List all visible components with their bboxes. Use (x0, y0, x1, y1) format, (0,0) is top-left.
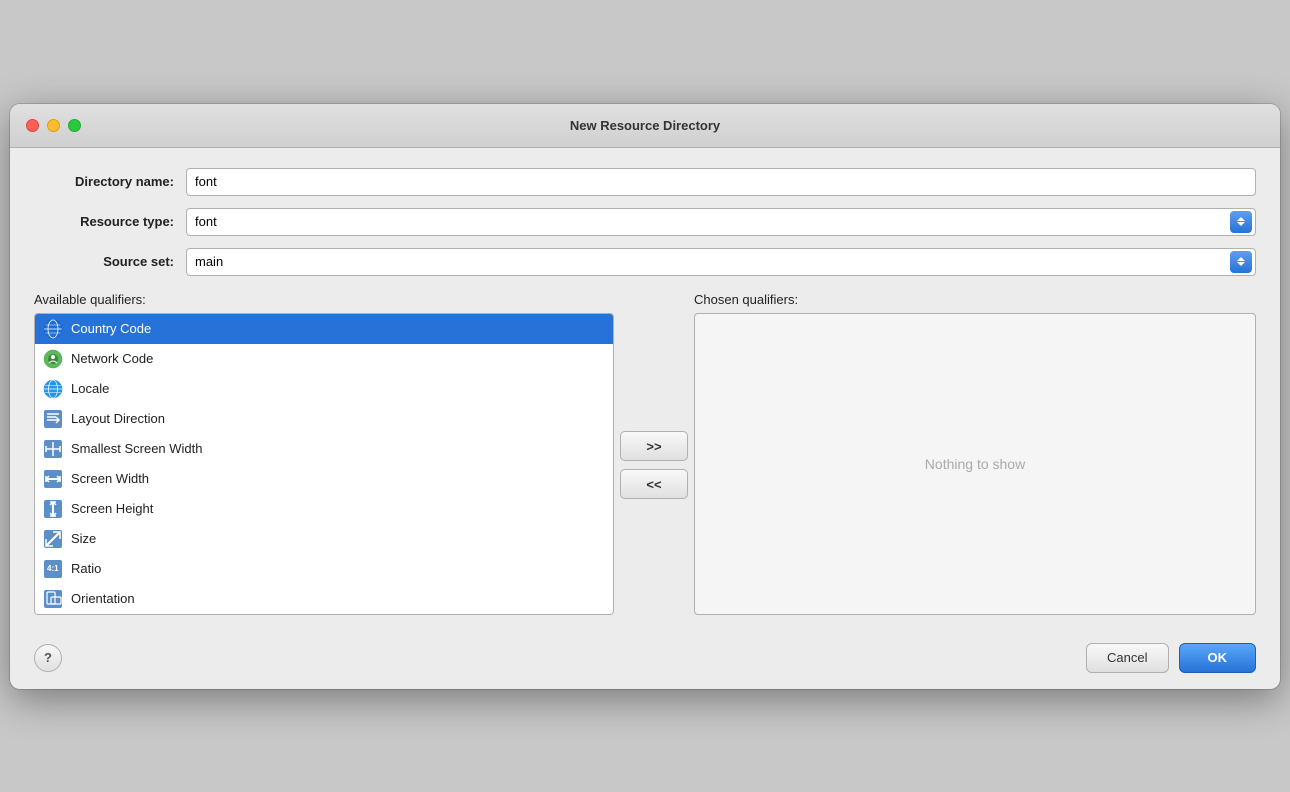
list-item[interactable]: Network Code (35, 344, 613, 374)
available-qualifiers-panel: Available qualifiers: (34, 292, 614, 615)
list-item-label: Smallest Screen Width (71, 441, 203, 456)
size-icon (43, 529, 63, 549)
dialog-title: New Resource Directory (570, 118, 720, 133)
directory-name-input[interactable] (186, 168, 1256, 196)
nothing-to-show-label: Nothing to show (925, 456, 1025, 472)
add-qualifier-button[interactable]: >> (620, 431, 688, 461)
resource-type-select[interactable]: font drawable layout menu mipmap raw val… (186, 208, 1256, 236)
remove-qualifier-button[interactable]: << (620, 469, 688, 499)
list-item[interactable]: 4:1 Ratio (35, 554, 613, 584)
available-qualifiers-list[interactable]: Country Code Network Code (34, 313, 614, 615)
ratio-icon: 4:1 (43, 559, 63, 579)
chosen-qualifiers-label: Chosen qualifiers: (694, 292, 1256, 307)
list-item-label: Screen Width (71, 471, 149, 486)
source-set-row: Source set: main debug release (34, 248, 1256, 276)
list-item[interactable]: Screen Width (35, 464, 613, 494)
list-item-label: Network Code (71, 351, 153, 366)
list-item[interactable]: Locale (35, 374, 613, 404)
list-item-label: Orientation (71, 591, 135, 606)
orientation-icon (43, 589, 63, 609)
resource-type-label: Resource type: (34, 214, 174, 229)
available-qualifiers-label: Available qualifiers: (34, 292, 614, 307)
locale-icon (43, 379, 63, 399)
dialog-footer: ? Cancel OK (10, 631, 1280, 689)
maximize-button[interactable] (68, 119, 81, 132)
traffic-lights (26, 119, 81, 132)
source-set-select-wrapper: main debug release (186, 248, 1256, 276)
country-code-icon (43, 319, 63, 339)
smallest-screen-width-icon (43, 439, 63, 459)
chosen-qualifiers-panel: Chosen qualifiers: Nothing to show (694, 292, 1256, 615)
chosen-qualifiers-list: Nothing to show (694, 313, 1256, 615)
screen-width-icon (43, 469, 63, 489)
list-item[interactable]: Size (35, 524, 613, 554)
source-set-label: Source set: (34, 254, 174, 269)
source-set-select[interactable]: main debug release (186, 248, 1256, 276)
ok-button[interactable]: OK (1179, 643, 1257, 673)
list-item[interactable]: Layout Direction (35, 404, 613, 434)
minimize-button[interactable] (47, 119, 60, 132)
dialog-body: Directory name: Resource type: font draw… (10, 148, 1280, 631)
layout-direction-icon (43, 409, 63, 429)
resource-type-row: Resource type: font drawable layout menu… (34, 208, 1256, 236)
list-item[interactable]: Orientation (35, 584, 613, 614)
list-item[interactable]: Smallest Screen Width (35, 434, 613, 464)
list-item-label: Layout Direction (71, 411, 165, 426)
help-button[interactable]: ? (34, 644, 62, 672)
footer-actions: Cancel OK (1086, 643, 1256, 673)
list-item-label: Locale (71, 381, 109, 396)
title-bar: New Resource Directory (10, 104, 1280, 148)
close-button[interactable] (26, 119, 39, 132)
resource-type-select-wrapper: font drawable layout menu mipmap raw val… (186, 208, 1256, 236)
list-item[interactable]: Country Code (35, 314, 613, 344)
svg-text:4:1: 4:1 (47, 564, 59, 573)
directory-name-row: Directory name: (34, 168, 1256, 196)
list-item-label: Size (71, 531, 96, 546)
list-item-label: Ratio (71, 561, 101, 576)
transfer-buttons-panel: >> << (614, 292, 694, 615)
screen-height-icon (43, 499, 63, 519)
qualifiers-container: Available qualifiers: (34, 292, 1256, 615)
list-item-label: Country Code (71, 321, 151, 336)
network-code-icon (43, 349, 63, 369)
new-resource-directory-dialog: New Resource Directory Directory name: R… (10, 104, 1280, 689)
cancel-button[interactable]: Cancel (1086, 643, 1168, 673)
directory-name-label: Directory name: (34, 174, 174, 189)
list-item-label: Screen Height (71, 501, 153, 516)
list-item[interactable]: Screen Height (35, 494, 613, 524)
